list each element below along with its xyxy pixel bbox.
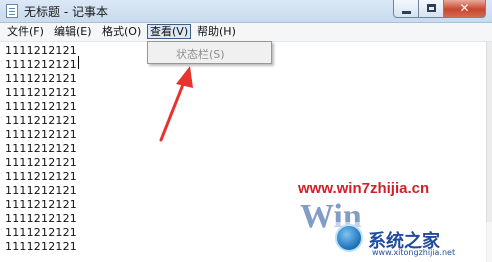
- menu-bar: 文件(F) 编辑(E) 格式(O) 查看(V) 帮助(H): [0, 23, 492, 42]
- menu-format[interactable]: 格式(O): [100, 24, 143, 39]
- text-line: 1111212121: [5, 72, 77, 85]
- site-logo-icon: [335, 224, 363, 252]
- text-line: 1111212121: [5, 156, 77, 169]
- menu-view[interactable]: 查看(V): [147, 24, 192, 39]
- text-line: 1111212121: [5, 240, 77, 253]
- text-line: 1111212121: [5, 100, 77, 113]
- minimize-button[interactable]: [393, 0, 419, 18]
- maximize-button[interactable]: [418, 0, 444, 18]
- text-line: 1111212121: [5, 142, 77, 155]
- text-line: 1111212121: [5, 128, 77, 141]
- watermark-url: www.win7zhijia.cn: [298, 180, 430, 197]
- minimize-icon: [402, 11, 411, 14]
- text-line: 1111212121: [5, 212, 77, 225]
- text-line: 1111212121: [5, 184, 77, 197]
- menu-file[interactable]: 文件(F): [5, 24, 46, 39]
- text-line: 1111212121: [5, 114, 77, 127]
- window-controls: ✕: [393, 0, 486, 19]
- watermark-subtext: www.xitongzhijia.net: [372, 248, 456, 257]
- text-line: 1111212121: [5, 198, 77, 211]
- text-line: 1111212121: [5, 86, 77, 99]
- text-line: 1111212121: [5, 226, 77, 239]
- text-line: 1111212121: [5, 44, 77, 57]
- maximize-icon: [427, 4, 436, 12]
- text-line: 1111212121: [5, 170, 77, 183]
- window-title: 无标题 - 记事本: [24, 5, 108, 19]
- menu-edit[interactable]: 编辑(E): [52, 24, 94, 39]
- menu-help[interactable]: 帮助(H): [195, 24, 238, 39]
- status-bar-menu-item[interactable]: 状态栏(S): [176, 46, 225, 62]
- title-bar: 无标题 - 记事本 ✕: [0, 0, 492, 23]
- close-button[interactable]: ✕: [443, 0, 486, 18]
- text-caret: [78, 56, 79, 69]
- view-menu-dropdown: 状态栏(S): [147, 41, 272, 64]
- text-line: 1111212121: [5, 58, 77, 71]
- close-icon: ✕: [459, 1, 470, 15]
- notepad-icon: [6, 4, 18, 18]
